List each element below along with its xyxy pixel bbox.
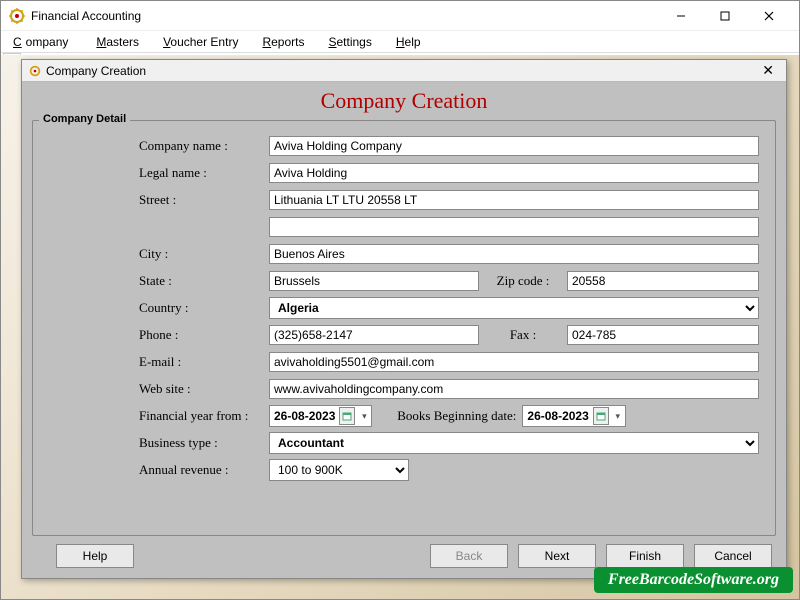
dialog-close-button[interactable]: ✕ bbox=[756, 62, 780, 79]
back-button[interactable]: Back bbox=[430, 544, 508, 568]
label-zip: Zip code : bbox=[479, 273, 567, 289]
menu-reports[interactable]: Reports bbox=[258, 33, 308, 51]
label-business-type: Business type : bbox=[139, 435, 269, 451]
label-fin-year: Financial year from : bbox=[139, 408, 269, 424]
company-creation-dialog: Company Creation ✕ Company Creation Comp… bbox=[21, 59, 787, 579]
chevron-down-icon[interactable]: ▾ bbox=[611, 411, 625, 422]
maximize-button[interactable] bbox=[703, 2, 747, 30]
business-type-select[interactable]: Accountant bbox=[269, 432, 759, 454]
label-phone: Phone : bbox=[139, 327, 269, 343]
country-select[interactable]: Algeria bbox=[269, 297, 759, 319]
fax-input[interactable] bbox=[567, 325, 759, 345]
label-city: City : bbox=[139, 246, 269, 262]
menu-masters[interactable]: Masters bbox=[92, 33, 143, 51]
app-icon bbox=[9, 8, 25, 24]
label-annual-revenue: Annual revenue : bbox=[139, 462, 269, 478]
label-state: State : bbox=[139, 273, 269, 289]
close-button[interactable] bbox=[747, 2, 791, 30]
help-button[interactable]: Help bbox=[56, 544, 134, 568]
wizard-buttons: Help Back Next Finish Cancel bbox=[32, 536, 776, 568]
watermark: FreeBarcodeSoftware.org bbox=[594, 567, 793, 593]
label-email: E-mail : bbox=[139, 354, 269, 370]
main-window: Financial Accounting Company Masters Vou… bbox=[0, 0, 800, 600]
menu-help[interactable]: Help bbox=[392, 33, 425, 51]
phone-input[interactable] bbox=[269, 325, 479, 345]
street2-input[interactable] bbox=[269, 217, 759, 237]
fin-year-datepicker[interactable]: 26-08-2023 ▾ bbox=[269, 405, 372, 427]
chevron-down-icon[interactable]: ▾ bbox=[357, 411, 371, 422]
next-button[interactable]: Next bbox=[518, 544, 596, 568]
state-input[interactable] bbox=[269, 271, 479, 291]
website-input[interactable] bbox=[269, 379, 759, 399]
street-input[interactable] bbox=[269, 190, 759, 210]
window-controls bbox=[659, 2, 791, 30]
fin-year-value: 26-08-2023 bbox=[270, 409, 339, 423]
label-legal-name: Legal name : bbox=[139, 165, 269, 181]
email-input[interactable] bbox=[269, 352, 759, 372]
finish-button[interactable]: Finish bbox=[606, 544, 684, 568]
annual-revenue-select[interactable]: 100 to 900K bbox=[269, 459, 409, 481]
company-name-input[interactable] bbox=[269, 136, 759, 156]
dialog-title: Company Creation bbox=[46, 64, 756, 78]
cancel-button[interactable]: Cancel bbox=[694, 544, 772, 568]
dialog-heading: Company Creation bbox=[32, 86, 776, 120]
titlebar: Financial Accounting bbox=[1, 1, 799, 31]
window-title: Financial Accounting bbox=[31, 9, 659, 23]
label-fax: Fax : bbox=[479, 327, 567, 343]
label-website: Web site : bbox=[139, 381, 269, 397]
menu-company[interactable]: Company bbox=[9, 33, 76, 51]
books-begin-value: 26-08-2023 bbox=[523, 409, 592, 423]
calendar-icon[interactable] bbox=[339, 407, 355, 425]
zip-input[interactable] bbox=[567, 271, 759, 291]
books-begin-datepicker[interactable]: 26-08-2023 ▾ bbox=[522, 405, 625, 427]
menubar: Company Masters Voucher Entry Reports Se… bbox=[1, 31, 799, 53]
minimize-button[interactable] bbox=[659, 2, 703, 30]
label-company-name: Company name : bbox=[139, 138, 269, 154]
menu-settings[interactable]: Settings bbox=[324, 33, 375, 51]
company-detail-group: Company Detail Company name : Legal name… bbox=[32, 120, 776, 536]
group-legend: Company Detail bbox=[39, 113, 130, 125]
dialog-titlebar: Company Creation ✕ bbox=[22, 60, 786, 82]
legal-name-input[interactable] bbox=[269, 163, 759, 183]
dialog-icon bbox=[28, 64, 42, 78]
calendar-icon[interactable] bbox=[593, 407, 609, 425]
city-input[interactable] bbox=[269, 244, 759, 264]
menu-voucher-entry[interactable]: Voucher Entry bbox=[159, 33, 242, 51]
label-street: Street : bbox=[139, 192, 269, 208]
dialog-body: Company Creation Company Detail Company … bbox=[22, 82, 786, 578]
label-country: Country : bbox=[139, 300, 269, 316]
label-books-begin: Books Beginning date: bbox=[372, 408, 522, 424]
